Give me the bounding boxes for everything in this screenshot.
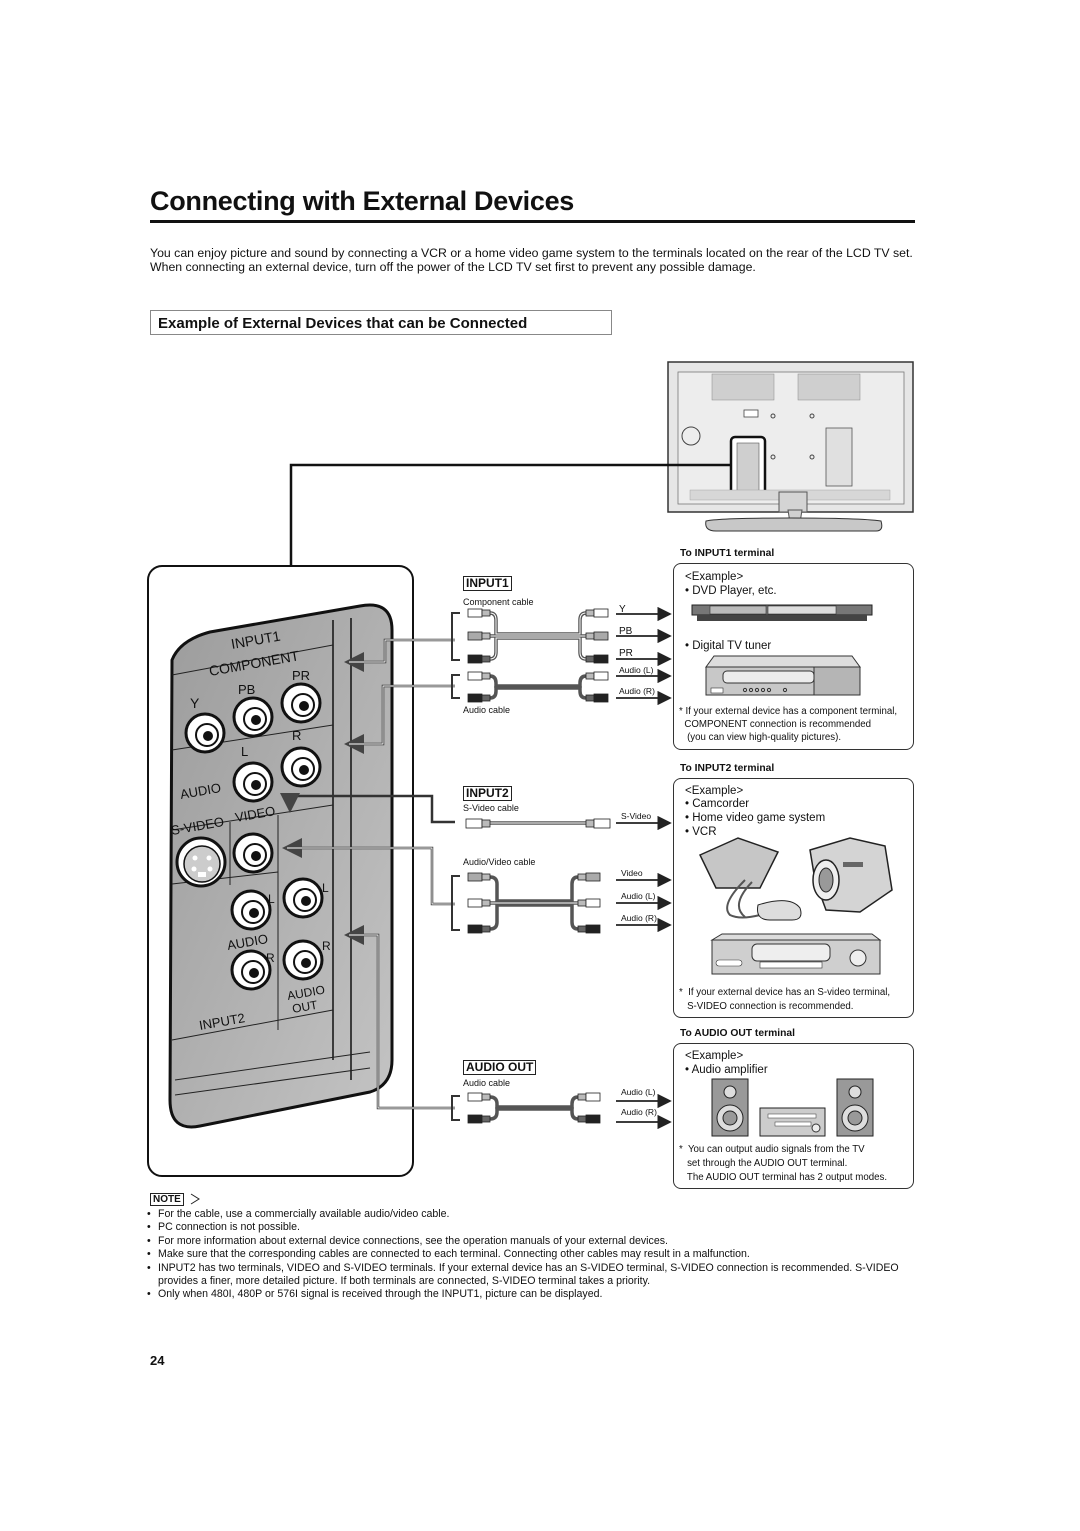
signal-label-audio-r: Audio (R) bbox=[619, 686, 655, 696]
note-badge-label: NOTE bbox=[153, 1194, 181, 1205]
device-item: • Camcorder bbox=[685, 798, 750, 810]
av-cable-label: Audio/Video cable bbox=[463, 857, 536, 867]
input1-label: INPUT1 bbox=[463, 576, 512, 591]
panel-label-out-r: R bbox=[322, 939, 331, 953]
signal-label-pb: PB bbox=[619, 626, 633, 637]
note-item: INPUT2 has two terminals, VIDEO and S-VI… bbox=[147, 1262, 927, 1289]
footnote-line: S-VIDEO connection is recommended. bbox=[679, 1001, 854, 1012]
rca-jack-audio-l bbox=[232, 761, 274, 803]
panel-label-pb: PB bbox=[238, 682, 255, 697]
svideo-cable-label: S-Video cable bbox=[463, 803, 519, 813]
panel-label-out-l: L bbox=[322, 881, 329, 895]
signal-label-video: Video bbox=[621, 868, 643, 878]
device-item: • DVD Player, etc. bbox=[685, 585, 777, 597]
device-item: • Digital TV tuner bbox=[685, 640, 772, 652]
panel-label-y: Y bbox=[190, 695, 200, 711]
audio-out-cable-label: Audio cable bbox=[463, 1078, 511, 1088]
note-item: For more information about external devi… bbox=[147, 1235, 927, 1249]
device-item: • Audio amplifier bbox=[685, 1064, 768, 1076]
rca-jack-audio-r bbox=[280, 746, 322, 788]
input2-label: INPUT2 bbox=[463, 786, 512, 801]
rca-jack-video bbox=[232, 832, 274, 874]
rca-jack-audio-out-l bbox=[282, 877, 324, 919]
example-label: <Example> bbox=[685, 785, 744, 797]
signal-label-audio-r: Audio (R) bbox=[621, 1107, 657, 1117]
example-label: <Example> bbox=[685, 1050, 744, 1062]
note-item: PC connection is not possible. bbox=[147, 1221, 927, 1235]
svideo-jack bbox=[175, 836, 227, 888]
rca-jack-input2-audio-r bbox=[230, 949, 272, 991]
input1-terminal-heading: To INPUT1 terminal bbox=[680, 548, 775, 559]
note-item: Make sure that the corresponding cables … bbox=[147, 1248, 927, 1262]
footnote-line: (you can view high-quality pictures). bbox=[679, 732, 842, 743]
rca-jack-input2-audio-l bbox=[230, 889, 272, 931]
footnote-line: COMPONENT connection is recommended bbox=[679, 719, 872, 730]
panel-label-l: L bbox=[241, 744, 248, 759]
audio-cable-label: Audio cable bbox=[463, 705, 511, 715]
callout-line bbox=[289, 463, 731, 566]
example-label: <Example> bbox=[685, 571, 744, 583]
tv-rear-illustration bbox=[667, 361, 914, 532]
notes-list: For the cable, use a commercially availa… bbox=[147, 1208, 927, 1302]
note-badge: NOTE bbox=[150, 1193, 184, 1206]
rca-jack-audio-out-r bbox=[282, 939, 324, 981]
signal-label-audio-l: Audio (L) bbox=[619, 665, 654, 675]
footnote-line: * You can output audio signals from the … bbox=[679, 1144, 865, 1155]
footnote-line: * If your external device has a componen… bbox=[679, 706, 898, 717]
signal-label-svideo: S-Video bbox=[621, 811, 652, 821]
device-item: • VCR bbox=[685, 826, 717, 838]
audio-out-terminal-heading: To AUDIO OUT terminal bbox=[680, 1028, 795, 1039]
page-number: 24 bbox=[150, 1353, 165, 1368]
device-item: • Home video game system bbox=[685, 812, 826, 824]
signal-label-audio-r: Audio (R) bbox=[621, 913, 657, 923]
input2-terminal-heading: To INPUT2 terminal bbox=[680, 763, 775, 774]
footnote-line: set through the AUDIO OUT terminal. bbox=[679, 1158, 848, 1169]
signal-label-y: Y bbox=[619, 604, 626, 615]
footnote-line: * If your external device has an S-video… bbox=[679, 987, 891, 998]
rca-jack-pr bbox=[280, 682, 322, 724]
component-cable-label: Component cable bbox=[463, 597, 534, 607]
panel-label-r: R bbox=[292, 728, 301, 743]
signal-label-audio-l: Audio (L) bbox=[621, 891, 656, 901]
note-item: For the cable, use a commercially availa… bbox=[147, 1208, 927, 1222]
note-arrow-icon bbox=[190, 1193, 200, 1205]
note-item: Only when 480I, 480P or 576I signal is r… bbox=[147, 1288, 927, 1302]
footnote-line: The AUDIO OUT terminal has 2 output mode… bbox=[679, 1172, 888, 1183]
audio-out-label: AUDIO OUT bbox=[463, 1060, 537, 1075]
panel-label-pr: PR bbox=[292, 668, 310, 683]
signal-label-audio-l: Audio (L) bbox=[621, 1087, 656, 1097]
rca-jack-pb bbox=[232, 696, 274, 738]
rca-jack-y bbox=[184, 712, 226, 754]
signal-label-pr: PR bbox=[619, 648, 633, 659]
panel-label-input2-r: R bbox=[266, 951, 275, 965]
panel-label-input2-l: L bbox=[268, 892, 275, 906]
